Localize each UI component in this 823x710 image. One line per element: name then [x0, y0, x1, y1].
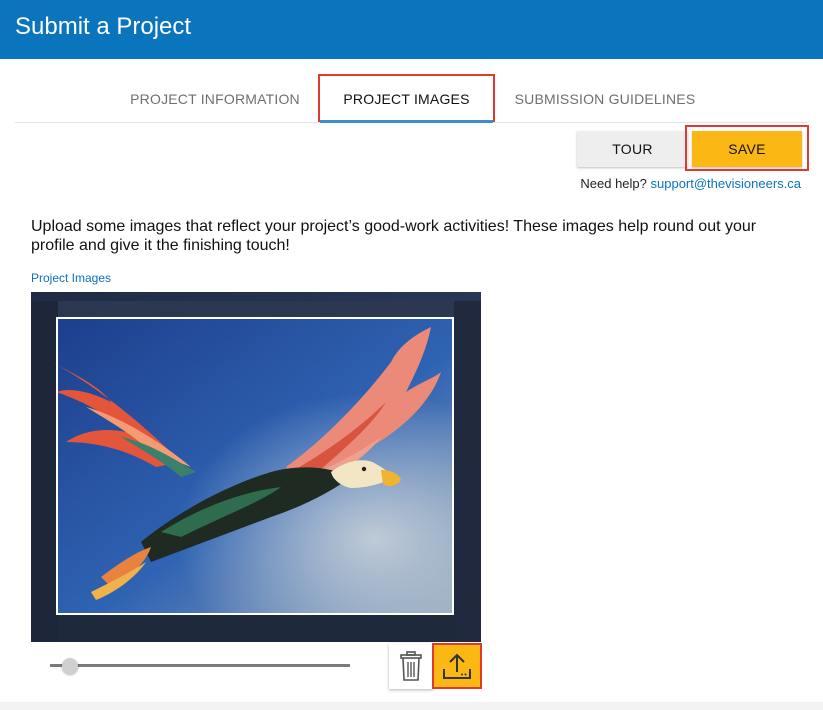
active-tab-indicator: [320, 120, 493, 123]
trash-icon: [400, 651, 422, 681]
tab-project-images[interactable]: PROJECT IMAGES: [318, 74, 495, 122]
tab-bar: PROJECT INFORMATION PROJECT IMAGES SUBMI…: [15, 74, 808, 123]
crop-frame[interactable]: [56, 317, 454, 615]
bottom-strip: [0, 702, 823, 710]
zoom-slider-track[interactable]: [50, 664, 350, 667]
save-button[interactable]: SAVE: [692, 131, 802, 167]
support-email-link[interactable]: support@thevisioneers.ca: [651, 176, 802, 191]
upload-icon: [443, 653, 471, 679]
project-images-label: Project Images: [31, 271, 112, 285]
intro-text: Upload some images that reflect your pro…: [31, 218, 757, 254]
tab-submission-guidelines[interactable]: SUBMISSION GUIDELINES: [495, 74, 715, 122]
delete-image-button[interactable]: [389, 643, 433, 689]
zoom-slider-thumb[interactable]: [62, 658, 78, 674]
page-title: Submit a Project: [15, 13, 192, 40]
tour-button[interactable]: TOUR: [577, 131, 688, 167]
help-prefix: Need help?: [580, 176, 647, 191]
tab-project-information[interactable]: PROJECT INFORMATION: [115, 74, 315, 122]
help-text: Need help? support@thevisioneers.ca: [580, 176, 801, 191]
upload-image-button[interactable]: [432, 643, 482, 689]
app-header: Submit a Project: [0, 0, 823, 59]
